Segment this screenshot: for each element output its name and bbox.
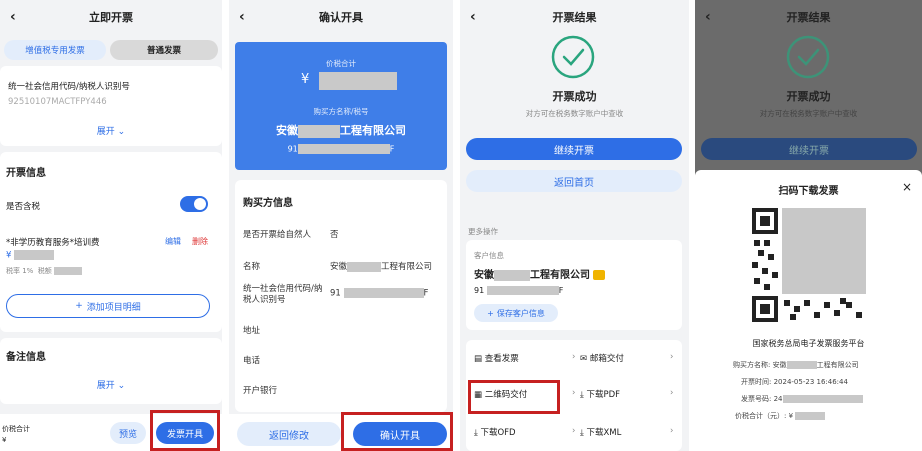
page-title: 确认开具 (319, 11, 363, 24)
total-label: 价税合计 (2, 425, 30, 433)
back-arrow-icon[interactable]: ‹ (470, 9, 476, 25)
header: ‹ 确认开具 (229, 0, 453, 34)
back-edit-button[interactable]: 返回修改 (237, 422, 341, 446)
customer-card: 客户信息 安徽 工程有限公司 91 F + 保存客户信息 (466, 240, 682, 330)
success-check-icon (550, 34, 596, 80)
highlight-box (341, 412, 453, 451)
expand-remark-button[interactable]: 展开 ⌄ (0, 378, 222, 391)
buyer-line: 购买方名称: 安徽 工程有限公司 (733, 361, 859, 369)
download-icon: ⤓ (474, 428, 478, 438)
total-label: 价税合计 (326, 59, 356, 68)
summary-card: 价税合计 ¥ 购买方名称/税号 安徽 工程有限公司 91 F (235, 42, 447, 170)
back-arrow-icon[interactable]: ‹ (10, 9, 16, 25)
total-value: ¥ (2, 436, 7, 444)
buyer-name: 安徽 工程有限公司 (276, 124, 406, 138)
back-arrow-icon[interactable]: ‹ (239, 9, 245, 25)
chevron-right-icon: › (670, 388, 674, 398)
view-invoice-action[interactable]: ▤ 查看发票 (474, 352, 519, 364)
chevron-right-icon: › (670, 352, 674, 362)
download-icon: ⤓ (580, 390, 584, 400)
invoice-info-card: 开票信息 是否含税 *非学历教育服务*培训费 编辑 删除 ¥ 税率 1% 税额 … (0, 152, 222, 332)
success-check-icon (785, 34, 831, 80)
close-icon[interactable]: × (902, 180, 912, 194)
header: ‹ 开票结果 (460, 0, 689, 34)
customer-tax-id: 91 F (474, 286, 564, 295)
success-title: 开票成功 (786, 90, 831, 103)
section-title-remark: 备注信息 (6, 352, 46, 363)
tab-normal-invoice[interactable]: 普通发票 (110, 40, 218, 60)
buyer-label: 购买方名称/税号 (313, 107, 369, 116)
tab-special-invoice[interactable]: 增值税专用发票 (4, 40, 106, 60)
highlight-box (468, 380, 560, 414)
return-home-button[interactable]: 返回首页 (466, 170, 682, 192)
page-title: 开票结果 (786, 11, 831, 24)
panel-confirm-issue: ‹ 确认开具 价税合计 ¥ 购买方名称/税号 安徽 工程有限公司 91 F 购买方信… (229, 0, 453, 451)
section-title-buyer: 购买方信息 (243, 198, 293, 209)
preview-button[interactable]: 预览 (110, 422, 146, 444)
download-pdf-action[interactable]: ⤓ 下载PDF (580, 388, 620, 400)
save-customer-button[interactable]: + 保存客户信息 (474, 304, 558, 322)
tax-included-label: 是否含税 (6, 202, 41, 212)
section-title-invoice: 开票信息 (6, 168, 46, 179)
panel-issue-invoice: ‹ 立即开票 增值税专用发票 普通发票 统一社会信用代码/纳税人识别号 9251… (0, 0, 222, 451)
separator (222, 0, 229, 451)
chevron-right-icon: › (572, 352, 576, 362)
chevron-right-icon: › (572, 426, 576, 436)
download-icon: ⤓ (580, 428, 584, 438)
time-line: 开票时间: 2024-05-23 16:46:44 (741, 378, 848, 386)
amount-line: 价税合计（元）: ¥ (735, 411, 826, 421)
qr-code[interactable] (750, 206, 868, 324)
separator (453, 0, 460, 451)
buyer-card: 统一社会信用代码/纳税人识别号 92510107MACTFPY446 展开 ⌄ (0, 66, 222, 146)
sheet-title: 扫码下载发票 (778, 186, 839, 197)
mail-icon: ✉ (580, 354, 588, 364)
header: ‹ 开票结果 (695, 0, 922, 34)
success-title: 开票成功 (552, 90, 597, 103)
item-amount: ¥ (6, 250, 55, 261)
plus-icon: + (75, 301, 83, 311)
qr-sheet: 扫码下载发票 × 国家税务总局电子发票服务平台 购买方名称: 安徽 工程有限公司 … (695, 170, 922, 451)
chevron-down-icon: ⌄ (117, 127, 126, 137)
number-line: 发票号码: 24 (741, 394, 863, 404)
platform-name: 国家税务总局电子发票服务平台 (752, 339, 865, 348)
item-name: *非学历教育服务*培训费 (6, 238, 100, 248)
add-item-button[interactable]: + 添加项目明细 (6, 294, 210, 318)
more-ops-label: 更多操作 (468, 227, 498, 236)
chevron-down-icon: ⌄ (117, 381, 126, 391)
back-arrow-icon[interactable]: ‹ (705, 9, 711, 25)
total-redaction (319, 72, 397, 90)
buyer-tax-id: 91 F (287, 144, 395, 154)
header: ‹ 立即开票 (0, 0, 222, 34)
continue-issue-button: 继续开票 (701, 138, 917, 160)
panel-issue-result: ‹ 开票结果 开票成功 对方可在税务数字账户中查收 继续开票 返回首页 更多操作… (460, 0, 689, 451)
delete-link[interactable]: 删除 (192, 236, 208, 247)
buyer-info-card: 购买方信息 是否开票给自然人 否 名称 安徽 工程有限公司 统一社会信用代码/纳税… (235, 180, 447, 412)
highlight-box (150, 410, 220, 451)
customer-name: 安徽 工程有限公司 (474, 266, 606, 281)
chevron-right-icon: › (670, 426, 674, 436)
email-deliver-action[interactable]: ✉ 邮箱交付 (580, 352, 624, 364)
document-icon: ▤ (474, 354, 483, 364)
remark-card: 备注信息 展开 ⌄ (0, 338, 222, 404)
page-title: 开票结果 (552, 11, 597, 24)
total-yen: ¥ (301, 72, 310, 87)
buyer-id-label: 统一社会信用代码/纳税人识别号 (8, 82, 130, 92)
page-title: 立即开票 (89, 11, 133, 24)
success-note: 对方可在税务数字账户中查收 (525, 109, 624, 118)
customer-info-label: 客户信息 (474, 251, 504, 260)
item-tax: 税率 1% 税额 (6, 266, 83, 276)
download-xml-action[interactable]: ⤓ 下载XML (580, 426, 621, 438)
continue-issue-button[interactable]: 继续开票 (466, 138, 682, 160)
buyer-id-value: 92510107MACTFPY446 (8, 97, 107, 107)
success-note: 对方可在税务数字账户中查收 (759, 109, 858, 118)
download-ofd-action[interactable]: ⤓ 下载OFD (474, 426, 516, 438)
panel-qr-download: ‹ 开票结果 开票成功 对方可在税务数字账户中查收 继续开票 扫码下载发票 × (695, 0, 922, 451)
tax-included-toggle[interactable] (180, 196, 208, 212)
expand-button[interactable]: 展开 ⌄ (0, 124, 222, 137)
edit-link[interactable]: 编辑 (165, 236, 181, 247)
chevron-right-icon: › (572, 388, 576, 398)
